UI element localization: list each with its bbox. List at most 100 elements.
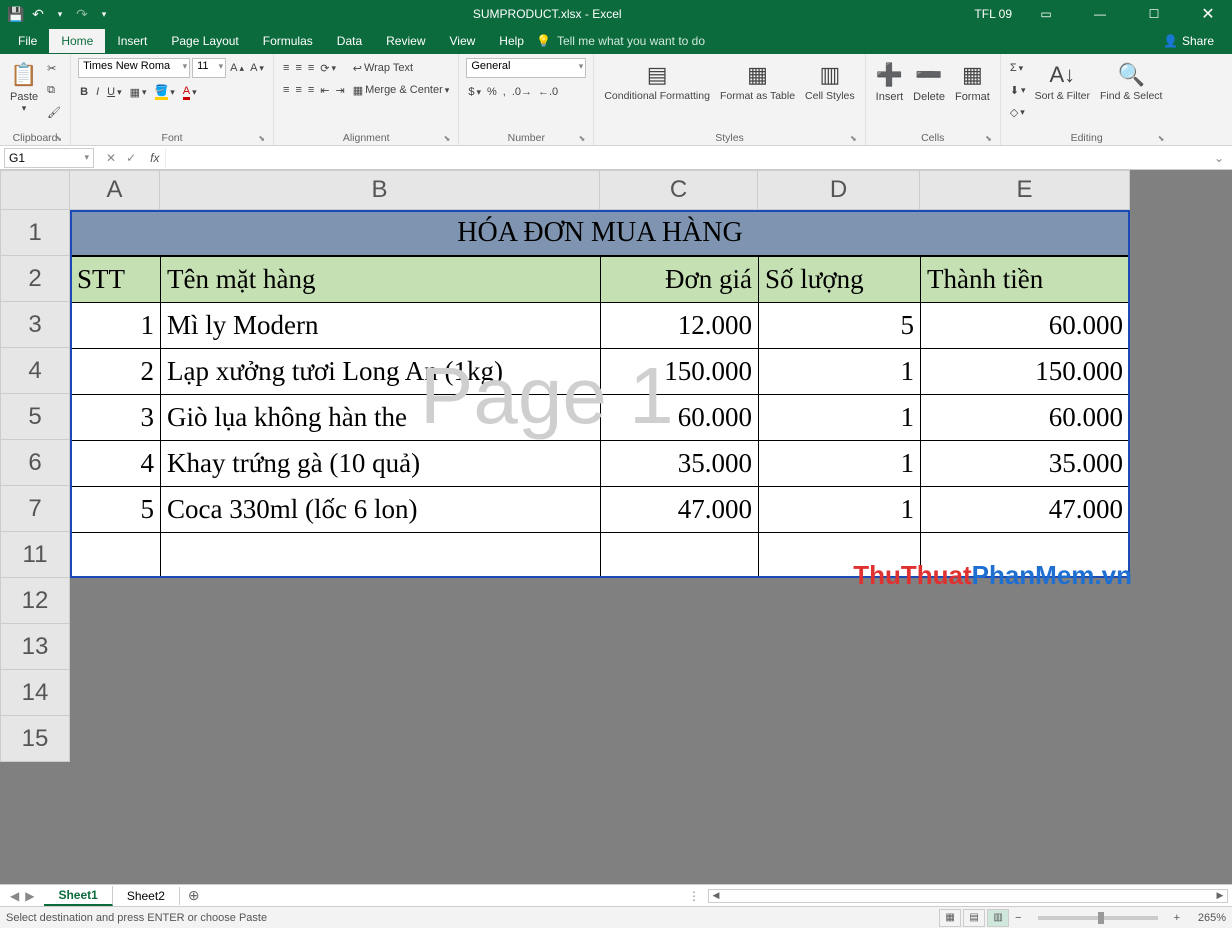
sort-filter-button[interactable]: A↓Sort & Filter: [1031, 57, 1094, 105]
conditional-formatting-button[interactable]: ▤Conditional Formatting: [600, 57, 714, 105]
orientation-button[interactable]: ⟳ ▾: [317, 57, 339, 79]
row-header-4[interactable]: 4: [0, 348, 70, 394]
enter-formula-icon[interactable]: ✓: [126, 151, 136, 165]
align-bottom-button[interactable]: ≡: [305, 57, 317, 79]
zoom-in-button[interactable]: +: [1168, 912, 1186, 924]
zoom-value[interactable]: 265%: [1186, 912, 1226, 924]
cell[interactable]: 150.000: [920, 348, 1130, 394]
undo-icon[interactable]: ↶: [30, 6, 46, 22]
redo-icon[interactable]: ↷: [74, 6, 90, 22]
cell[interactable]: Thành tiền: [920, 256, 1130, 302]
zoom-out-button[interactable]: −: [1009, 912, 1027, 924]
row-header-2[interactable]: 2: [0, 256, 70, 302]
cell[interactable]: [70, 532, 160, 578]
border-button[interactable]: ▦ ▾: [127, 81, 150, 103]
column-header-A[interactable]: A: [70, 170, 160, 210]
cell[interactable]: 1: [758, 486, 920, 532]
row-header-14[interactable]: 14: [0, 670, 70, 716]
cell[interactable]: 5: [70, 486, 160, 532]
font-name-combo[interactable]: Times New Roma: [78, 58, 190, 78]
comma-format-button[interactable]: ,: [500, 81, 509, 103]
sheet-splitter[interactable]: ⋮: [688, 889, 708, 903]
column-header-E[interactable]: E: [920, 170, 1130, 210]
row-header-3[interactable]: 3: [0, 302, 70, 348]
name-box[interactable]: G1: [4, 148, 94, 168]
cell[interactable]: STT: [70, 256, 160, 302]
cell[interactable]: Coca 330ml (lốc 6 lon): [160, 486, 600, 532]
cell[interactable]: Đơn giá: [600, 256, 758, 302]
tell-me-search[interactable]: 💡 Tell me what you want to do: [536, 34, 705, 48]
cell[interactable]: 35.000: [600, 440, 758, 486]
clear-button[interactable]: ◇ ▾: [1007, 101, 1029, 123]
increase-indent-button[interactable]: ⇥: [333, 79, 348, 101]
undo-dropdown-icon[interactable]: ▾: [52, 6, 68, 22]
close-icon[interactable]: ✕: [1188, 0, 1228, 28]
scroll-right-icon[interactable]: ▶: [1213, 890, 1227, 902]
expand-formula-icon[interactable]: ⌄: [1206, 151, 1232, 165]
save-icon[interactable]: 💾: [8, 6, 24, 22]
ribbon-display-icon[interactable]: ▭: [1026, 0, 1066, 28]
delete-cells-button[interactable]: ➖Delete: [909, 57, 949, 105]
formula-input[interactable]: [165, 148, 1205, 168]
format-cells-button[interactable]: ▦Format: [951, 57, 994, 105]
bold-button[interactable]: B: [77, 81, 91, 103]
add-sheet-button[interactable]: ⊕: [180, 887, 208, 904]
tab-help[interactable]: Help: [487, 29, 536, 53]
cell[interactable]: 1: [70, 302, 160, 348]
row-header-6[interactable]: 6: [0, 440, 70, 486]
maximize-icon[interactable]: ☐: [1134, 0, 1174, 28]
cell-styles-button[interactable]: ▥Cell Styles: [801, 57, 859, 105]
align-middle-button[interactable]: ≡: [292, 57, 304, 79]
normal-view-button[interactable]: ▦: [939, 909, 961, 927]
format-painter-button[interactable]: 🖌: [44, 101, 64, 123]
italic-button[interactable]: I: [93, 81, 102, 103]
number-format-combo[interactable]: General: [466, 58, 586, 78]
tab-formulas[interactable]: Formulas: [251, 29, 325, 53]
row-header-1[interactable]: 1: [0, 210, 70, 256]
decrease-decimal-button[interactable]: ←.0: [535, 81, 561, 103]
tab-view[interactable]: View: [438, 29, 488, 53]
cell[interactable]: HÓA ĐƠN MUA HÀNG: [70, 210, 1130, 256]
cell[interactable]: 2: [70, 348, 160, 394]
tab-page-layout[interactable]: Page Layout: [159, 29, 250, 53]
cell[interactable]: 60.000: [920, 302, 1130, 348]
merge-center-button[interactable]: ▦ Merge & Center ▾: [350, 79, 453, 101]
fx-icon[interactable]: fx: [144, 151, 165, 165]
cell[interactable]: 47.000: [920, 486, 1130, 532]
column-header-C[interactable]: C: [600, 170, 758, 210]
cell[interactable]: 150.000: [600, 348, 758, 394]
cell[interactable]: 3: [70, 394, 160, 440]
decrease-indent-button[interactable]: ⇤: [317, 79, 332, 101]
fill-button[interactable]: ⬇ ▾: [1007, 79, 1029, 101]
sheet-tab-2[interactable]: Sheet2: [113, 887, 180, 905]
copy-button[interactable]: ⧉: [44, 79, 64, 101]
font-size-combo[interactable]: 11: [192, 58, 226, 78]
paste-button[interactable]: 📋 Paste ▾: [6, 57, 42, 116]
cut-button[interactable]: ✂: [44, 57, 64, 79]
zoom-slider[interactable]: [1038, 916, 1158, 920]
row-header-13[interactable]: 13: [0, 624, 70, 670]
column-header-B[interactable]: B: [160, 170, 600, 210]
minimize-icon[interactable]: —: [1080, 0, 1120, 28]
tab-file[interactable]: File: [6, 29, 49, 53]
align-right-button[interactable]: ≡: [305, 79, 317, 101]
user-name[interactable]: TFL 09: [974, 7, 1012, 21]
font-color-button[interactable]: A ▾: [180, 81, 200, 103]
cell[interactable]: Khay trứng gà (10 quả): [160, 440, 600, 486]
page-layout-view-button[interactable]: ▤: [963, 909, 985, 927]
cell[interactable]: [600, 532, 758, 578]
row-header-7[interactable]: 7: [0, 486, 70, 532]
share-button[interactable]: 👤 Share: [1163, 34, 1226, 48]
cell[interactable]: 1: [758, 440, 920, 486]
cell[interactable]: Tên mặt hàng: [160, 256, 600, 302]
fill-color-button[interactable]: 🪣 ▾: [152, 81, 178, 103]
cell[interactable]: Số lượng: [758, 256, 920, 302]
cell[interactable]: 12.000: [600, 302, 758, 348]
qat-customize-icon[interactable]: ▾: [96, 6, 112, 22]
row-header-5[interactable]: 5: [0, 394, 70, 440]
next-sheet-icon[interactable]: ▶: [25, 889, 34, 903]
cell[interactable]: 60.000: [600, 394, 758, 440]
horizontal-scrollbar[interactable]: ◀ ▶: [708, 889, 1228, 903]
tab-data[interactable]: Data: [325, 29, 374, 53]
tab-review[interactable]: Review: [374, 29, 437, 53]
